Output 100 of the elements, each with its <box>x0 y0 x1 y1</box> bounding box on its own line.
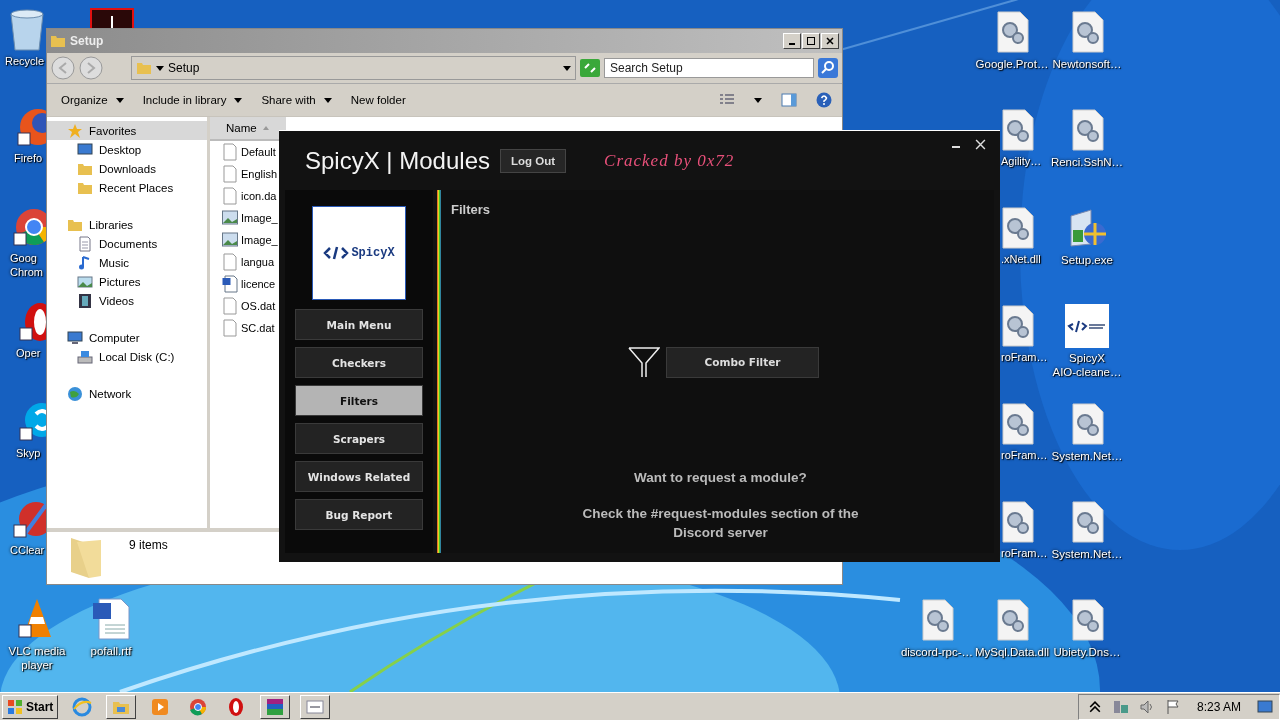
maximize-icon <box>806 36 816 46</box>
nav-item[interactable]: Downloads <box>47 159 207 178</box>
file-item[interactable]: SC.dat <box>222 317 275 339</box>
search-field[interactable]: Search Setup <box>604 58 814 78</box>
nav-button[interactable]: Main Menu <box>295 309 423 340</box>
icon-label: roFram… <box>1001 547 1048 561</box>
image-file-icon <box>222 231 238 249</box>
folder-icon <box>136 60 152 76</box>
nav-item[interactable]: Local Disk (C:) <box>47 347 207 366</box>
window-title: Setup <box>70 34 105 48</box>
request-text: Check the #request-modules section of the Discord server <box>581 505 860 542</box>
file-item[interactable]: langua <box>222 251 275 273</box>
flag-icon[interactable] <box>1164 698 1181 715</box>
file-item[interactable]: Image_ <box>222 229 278 251</box>
nav-item[interactable]: Recent Places <box>47 178 207 197</box>
rar-taskbar-icon[interactable] <box>260 694 291 719</box>
app-title: SpicyX | Modules <box>305 146 490 175</box>
nav-item[interactable]: Pictures <box>47 272 207 291</box>
monitor-icon <box>77 141 93 158</box>
help-icon[interactable] <box>816 92 832 108</box>
file-icon <box>222 187 238 205</box>
start-button[interactable]: Start <box>2 694 59 719</box>
file-icon <box>222 297 238 315</box>
refresh-button[interactable] <box>580 59 600 77</box>
caret-icon <box>234 97 243 103</box>
logo: SpicyX <box>312 206 406 300</box>
icon-label: Ubiety.Dns… <box>1053 645 1121 660</box>
skype-icon[interactable] <box>16 400 46 444</box>
file-item[interactable]: OS.dat <box>222 295 276 317</box>
file-item[interactable]: English <box>222 163 278 185</box>
disk-icon <box>77 348 93 365</box>
star-icon <box>67 122 83 139</box>
icon-label: SpicyX AIO-cleane… <box>1052 351 1122 380</box>
minimize-button[interactable] <box>783 33 801 49</box>
file-item[interactable]: Default <box>222 141 276 163</box>
address-bar[interactable]: Setup <box>131 56 576 80</box>
nav-button[interactable]: Scrapers <box>295 423 423 454</box>
window-taskbar-icon[interactable] <box>300 694 331 719</box>
icon-label: discord-rpc-… <box>900 645 974 660</box>
caret-icon[interactable] <box>754 97 762 103</box>
icon-label: Oper <box>16 347 41 361</box>
combo-filter-button[interactable]: Combo Filter <box>666 346 819 378</box>
search-icon[interactable] <box>818 58 838 78</box>
icon-label: System.Net… <box>1051 449 1123 464</box>
spicyx-logo-icon[interactable] <box>1065 304 1109 348</box>
speaker-icon[interactable] <box>1138 698 1155 715</box>
close-icon <box>825 36 835 46</box>
app-icon[interactable] <box>90 8 134 28</box>
code-brackets-icon <box>323 246 350 260</box>
nav-item[interactable]: Libraries <box>47 215 207 234</box>
icon-label: VLC media player <box>8 644 66 673</box>
section-heading: Filters <box>451 202 490 217</box>
clock[interactable]: 8:23 AM <box>1196 699 1241 714</box>
caret-icon <box>115 97 124 103</box>
file-icon <box>222 319 238 337</box>
nav-item[interactable]: Desktop <box>47 140 207 159</box>
preview-pane-icon[interactable] <box>781 92 797 108</box>
request-title: Want to request a module? <box>634 470 807 485</box>
nav-item[interactable]: Network <box>47 384 207 403</box>
column-header[interactable]: Name <box>210 117 286 141</box>
folder-taskbar-icon[interactable] <box>106 694 137 719</box>
logout-button[interactable]: Log Out <box>500 148 567 173</box>
icon-label: Newtonsoft… <box>1052 57 1122 72</box>
windows-logo-icon <box>7 698 23 715</box>
icon-label: Goog Chrom <box>10 252 43 280</box>
icon-label: System.Net… <box>1051 547 1123 562</box>
nav-button[interactable]: Filters <box>295 385 423 416</box>
nav-item[interactable]: Music <box>47 253 207 272</box>
folder-icon <box>50 33 66 49</box>
nav-button[interactable]: Checkers <box>295 347 423 378</box>
nav-button[interactable]: Windows Related <box>295 461 423 492</box>
toolbar-button[interactable]: Include in library <box>142 94 243 106</box>
file-icon <box>222 253 238 271</box>
file-item[interactable]: icon.da <box>222 185 277 207</box>
file-icon <box>222 165 238 183</box>
nav-item[interactable]: Computer <box>47 328 207 347</box>
icon-label: CClear <box>10 544 45 558</box>
file-item[interactable]: licence <box>222 273 276 295</box>
toolbar-button[interactable]: Organize <box>61 94 124 106</box>
image-file-icon <box>222 209 238 227</box>
word-document-icon <box>222 275 238 293</box>
icon-label: Setup.exe <box>1061 253 1113 268</box>
filter-icon <box>628 346 660 378</box>
maximize-button[interactable] <box>802 33 820 49</box>
nav-item[interactable]: Videos <box>47 291 207 310</box>
nav-item[interactable]: Favorites <box>47 121 207 140</box>
nav-button[interactable]: Bug Report <box>295 499 423 530</box>
icon-label: pofall.rtf <box>90 644 132 659</box>
nav-item[interactable]: Documents <box>47 234 207 253</box>
caret-icon[interactable] <box>563 65 571 71</box>
show-desktop-icon[interactable] <box>1257 698 1273 715</box>
toolbar-button[interactable]: New folder <box>350 94 406 106</box>
icon-label: .xNet.dll <box>1001 253 1041 267</box>
close-button[interactable] <box>975 139 986 150</box>
file-item[interactable]: Image_ <box>222 207 278 229</box>
minimize-icon <box>789 43 795 45</box>
icon-label: Firefo <box>14 152 43 166</box>
status-text: 9 items <box>129 538 168 552</box>
toolbar-button[interactable]: Share with <box>261 94 332 106</box>
icon-label: Agility… <box>1001 155 1042 169</box>
